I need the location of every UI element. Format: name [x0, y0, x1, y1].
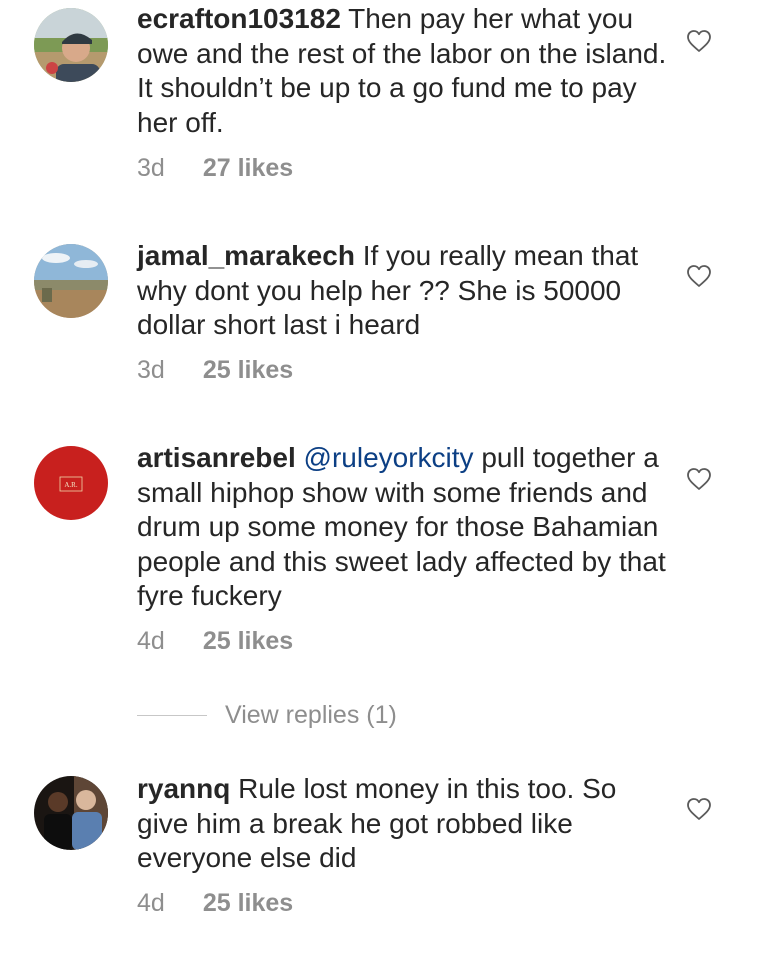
- avatar-image: [34, 776, 108, 850]
- view-replies-label: View replies (1): [225, 700, 397, 729]
- heart-outline-icon[interactable]: [686, 797, 712, 821]
- comment-time: 4d: [137, 889, 165, 917]
- heart-outline-icon[interactable]: [686, 29, 712, 53]
- comment-text: ryannq Rule lost money in this too. So g…: [137, 772, 667, 876]
- comment-meta: 4d 25 likes: [137, 627, 293, 656]
- comment-username[interactable]: ryannq: [137, 773, 230, 804]
- comment-text: ecrafton103182 Then pay her what you owe…: [137, 2, 667, 140]
- comment-meta: 4d 25 likes: [137, 889, 293, 918]
- comment-meta: 3d 25 likes: [137, 356, 293, 385]
- avatar-image: [34, 8, 108, 82]
- avatar-logo-text: A.R.: [64, 481, 77, 489]
- avatar[interactable]: [34, 8, 108, 82]
- view-replies-button[interactable]: View replies (1): [137, 700, 397, 730]
- comment-time: 3d: [137, 154, 165, 182]
- comment-username[interactable]: ecrafton103182: [137, 3, 341, 34]
- avatar[interactable]: [34, 776, 108, 850]
- comment-text: artisanrebel @ruleyorkcity pull together…: [137, 441, 667, 614]
- avatar-image: [34, 244, 108, 318]
- replies-divider: [137, 714, 207, 716]
- comment-meta: 3d 27 likes: [137, 154, 293, 183]
- heart-outline-icon[interactable]: [686, 467, 712, 491]
- comment-likes[interactable]: 25 likes: [203, 627, 293, 655]
- comment-username[interactable]: jamal_marakech: [137, 240, 355, 271]
- comment-username[interactable]: artisanrebel: [137, 442, 296, 473]
- avatar[interactable]: A.R.: [34, 446, 108, 520]
- heart-outline-icon[interactable]: [686, 264, 712, 288]
- comment-likes[interactable]: 25 likes: [203, 889, 293, 917]
- mention-link[interactable]: @ruleyorkcity: [296, 442, 474, 473]
- comment-likes[interactable]: 27 likes: [203, 154, 293, 182]
- comment-time: 3d: [137, 356, 165, 384]
- comment-text: jamal_marakech If you really mean that w…: [137, 239, 667, 343]
- avatar[interactable]: [34, 244, 108, 318]
- avatar-image: A.R.: [34, 446, 108, 520]
- comment-likes[interactable]: 25 likes: [203, 356, 293, 384]
- comment-time: 4d: [137, 627, 165, 655]
